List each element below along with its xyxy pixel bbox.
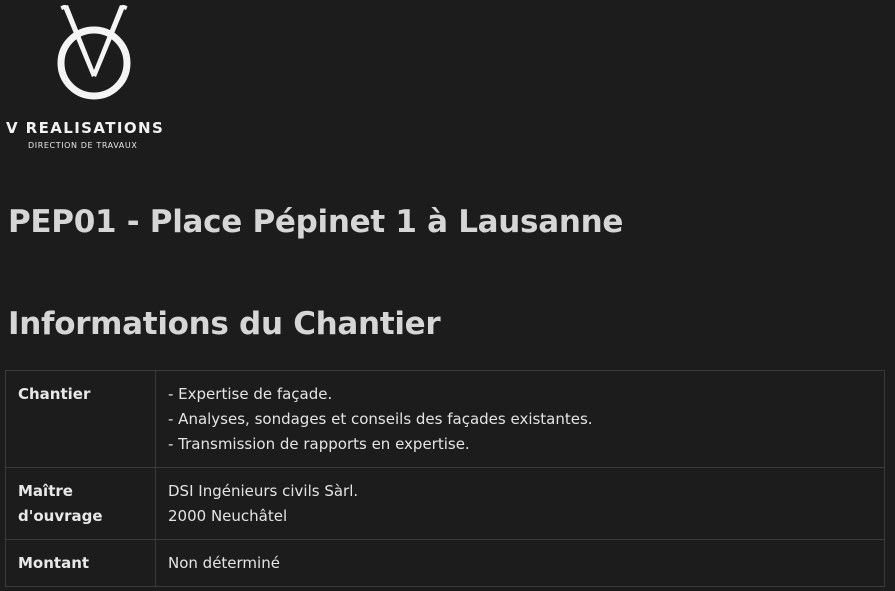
row-value: Non déterminé (155, 539, 885, 587)
row-value-line: 2000 Neuchâtel (168, 507, 288, 525)
row-label: Montant (5, 539, 156, 587)
company-logo: V REALISATIONS DIRECTION DE TRAVAUX (0, 0, 200, 160)
row-label-text: Chantier (18, 385, 91, 403)
row-label-text: Maître (18, 482, 73, 500)
project-title: PEP01 - Place Pépinet 1 à Lausanne (8, 204, 624, 240)
row-value-line: - Expertise de façade. (168, 385, 333, 403)
table-row: Montant Non déterminé (5, 539, 885, 587)
table-row: Maître d'ouvrage DSI Ingénieurs civils S… (5, 467, 885, 540)
v-compass-logo-icon (57, 5, 131, 100)
logo-subtitle: DIRECTION DE TRAVAUX (28, 141, 138, 150)
row-label: Chantier (5, 370, 156, 468)
info-table: Chantier - Expertise de façade. - Analys… (5, 370, 885, 587)
row-value-line: - Transmission de rapports en expertise. (168, 435, 470, 453)
table-row: Chantier - Expertise de façade. - Analys… (5, 370, 885, 468)
row-label-text: Montant (18, 554, 90, 572)
row-label: Maître d'ouvrage (5, 467, 156, 540)
row-value-line: DSI Ingénieurs civils Sàrl. (168, 482, 359, 500)
row-label-text: d'ouvrage (18, 507, 103, 525)
row-value-line: - Analyses, sondages et conseils des faç… (168, 410, 593, 428)
row-value-line: Non déterminé (168, 554, 280, 572)
section-title: Informations du Chantier (8, 306, 441, 342)
logo-title: V REALISATIONS (6, 119, 165, 137)
row-value: - Expertise de façade. - Analyses, sonda… (155, 370, 885, 468)
row-value: DSI Ingénieurs civils Sàrl. 2000 Neuchât… (155, 467, 885, 540)
